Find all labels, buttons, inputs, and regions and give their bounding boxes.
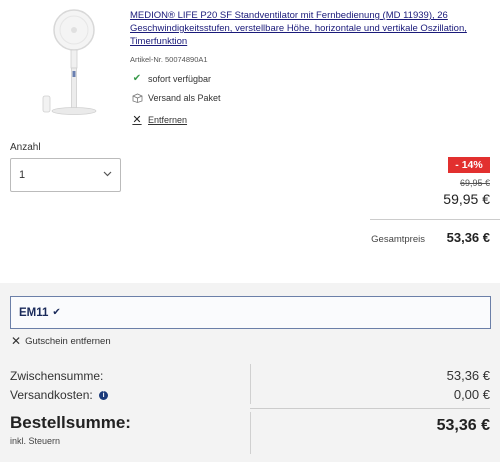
order-total-label: Bestellsumme: [10,413,131,432]
check-icon: ✔ [52,307,61,318]
shipping-cost-label: Versandkosten: [10,388,93,402]
shipping-cost-value: 0,00 € [453,387,490,402]
discount-badge: - 14% [448,157,490,173]
shipping-row: Versand als Paket [130,93,221,103]
order-total-value: 53,36 € [436,417,490,434]
article-number: Artikel-Nr. 50074890A1 [130,55,208,64]
divider [250,408,490,409]
product-image[interactable] [30,8,110,128]
check-icon: ✔ [132,73,142,84]
availability-row: ✔ sofort verfügbar [130,73,211,84]
old-price: 69,95 € [459,178,490,188]
fan-image [42,9,97,115]
availability-text: sofort verfügbar [148,73,212,84]
separator [250,364,251,404]
shipping-cost-label-row: Versandkosten: i [10,388,109,402]
quantity-label: Anzahl [10,142,41,153]
tax-note: inkl. Steuern [10,436,61,446]
close-icon: ✕ [132,114,142,126]
shipping-text: Versand als Paket [148,93,221,103]
chevron-down-icon [103,169,112,180]
divider [370,219,500,220]
subtotal-label: Zwischensumme: [10,369,104,383]
subtotal-value: 53,36 € [446,368,490,383]
quantity-value: 1 [19,169,26,181]
remove-item-button[interactable]: ✕ Entfernen [130,113,187,126]
total-price-value: 53,36 € [446,230,490,245]
total-price-label: Gesamtpreis [371,234,425,245]
package-icon [130,93,144,103]
current-price: 59,95 € [443,191,490,207]
separator [250,412,251,454]
coupon-field[interactable]: EM11 ✔ [10,296,491,329]
close-icon: ✕ [11,334,22,348]
info-icon[interactable]: i [99,391,109,401]
remove-item-label: Entfernen [148,114,188,125]
coupon-code: EM11 [19,306,49,319]
remove-coupon-label: Gutschein entfernen [25,335,111,347]
product-title-link[interactable]: MEDION® LIFE P20 SF Standventilator mit … [130,9,490,48]
quantity-select[interactable]: 1 [10,158,121,192]
remove-coupon-button[interactable]: ✕ Gutschein entfernen [11,334,111,348]
